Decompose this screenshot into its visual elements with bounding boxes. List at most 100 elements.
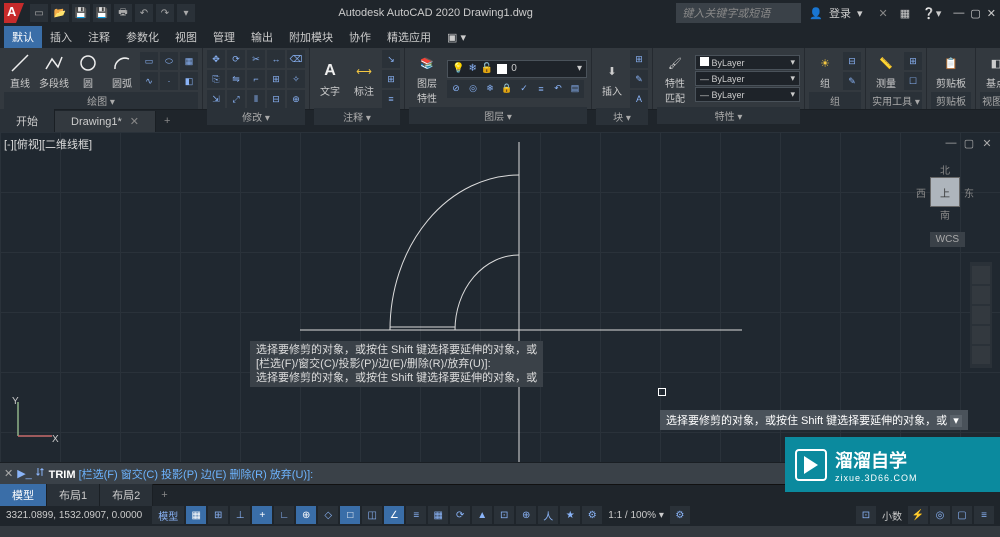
panel-layer-title[interactable]: 图层 ▾ — [409, 107, 587, 124]
tab-view[interactable]: 视图 — [167, 26, 205, 48]
qat-undo-icon[interactable]: ↶ — [135, 4, 153, 22]
mtext-icon[interactable]: ≡ — [382, 90, 400, 108]
viewcube[interactable]: 北 西 上 东 南 — [910, 162, 980, 242]
ucs-icon[interactable]: Y X — [10, 394, 60, 444]
status-trans-icon[interactable]: ▦ — [428, 506, 448, 524]
linetype-combo[interactable]: — ByLayer▾ — [695, 87, 800, 102]
wcs-label[interactable]: WCS — [930, 232, 965, 247]
status-annovis-icon[interactable]: ★ — [560, 506, 580, 524]
fillet-icon[interactable]: ⌐ — [247, 70, 265, 88]
status-annoscale-icon[interactable]: 人 — [538, 506, 558, 524]
login-area[interactable]: 👤 登录 ▾ ✕ ▦ ❔▾ — [809, 5, 941, 21]
tab-addins[interactable]: 附加模块 — [281, 26, 341, 48]
join-icon[interactable]: ⊕ — [287, 90, 305, 108]
layout-add-icon[interactable]: + — [153, 485, 175, 505]
layer-lock2-icon[interactable]: 🔒 — [498, 80, 516, 98]
nav-orbit-icon[interactable] — [972, 326, 990, 344]
status-cycle-icon[interactable]: ⟳ — [450, 506, 470, 524]
status-clean-icon[interactable]: ▢ — [952, 506, 972, 524]
status-osnap-icon[interactable]: □ — [340, 506, 360, 524]
hatch-icon[interactable]: ▦ — [180, 52, 198, 70]
layer-props-button[interactable]: 📚 图层 特性 — [409, 50, 445, 107]
calc-icon[interactable]: ⊞ — [904, 52, 922, 70]
tab-close-icon[interactable]: ✕ — [130, 116, 139, 128]
clipboard-button[interactable]: 📋 剪贴板 — [931, 50, 971, 92]
dimension-button[interactable]: ⟷ 标注 — [348, 58, 380, 100]
maximize-icon[interactable]: ▢ — [970, 7, 980, 20]
rect-icon[interactable]: ▭ — [140, 52, 158, 70]
panel-clip-title[interactable]: 剪贴板 — [931, 92, 971, 109]
tab-default[interactable]: 默认 — [4, 26, 42, 48]
move-icon[interactable]: ✥ — [207, 50, 225, 68]
status-snap-icon[interactable]: ⊞ — [208, 506, 228, 524]
tab-output[interactable]: 输出 — [243, 26, 281, 48]
app-logo-icon[interactable] — [4, 3, 24, 23]
status-model-btn[interactable]: 模型 — [152, 506, 184, 524]
status-otrack-icon[interactable]: ∠ — [384, 506, 404, 524]
close-icon[interactable]: ✕ — [987, 7, 996, 20]
group-button[interactable]: ☀ 组 — [809, 50, 841, 92]
vp-minimize-icon[interactable]: — — [944, 136, 958, 150]
tab-expand-icon[interactable]: ▣ ▾ — [439, 28, 474, 47]
viewcube-top[interactable]: 上 — [930, 177, 960, 207]
nav-wheel-icon[interactable] — [972, 266, 990, 284]
layer-dropdown-icon[interactable]: ▾ — [577, 63, 582, 74]
layer-prev-icon[interactable]: ↶ — [549, 80, 567, 98]
qat-dropdown-icon[interactable]: ▾ — [177, 4, 195, 22]
panel-util-title[interactable]: 实用工具 ▾ — [870, 92, 922, 109]
spline-icon[interactable]: ∿ — [140, 72, 158, 90]
cmd-close-icon[interactable]: ✕ — [4, 467, 13, 480]
status-polar-icon[interactable]: ⊕ — [296, 506, 316, 524]
panel-draw-title[interactable]: 绘图 ▾ — [4, 92, 198, 109]
attr-icon[interactable]: A — [630, 90, 648, 108]
layer-off-icon[interactable]: ⊘ — [447, 80, 465, 98]
layer-state-icon[interactable]: ▤ — [566, 80, 584, 98]
rotate-icon[interactable]: ⟳ — [227, 50, 245, 68]
layer-make-icon[interactable]: ✓ — [515, 80, 533, 98]
polyline-button[interactable]: 多段线 — [38, 50, 70, 92]
qat-plot-icon[interactable]: 🖶 — [114, 4, 132, 22]
login-dropdown-icon[interactable]: ▾ — [857, 7, 863, 20]
exchange-icon[interactable]: ✕ — [879, 7, 888, 20]
array-icon[interactable]: ⊞ — [267, 70, 285, 88]
status-annomon-icon[interactable]: ▲ — [472, 506, 492, 524]
vp-close-icon[interactable]: ✕ — [980, 136, 994, 150]
trim-icon[interactable]: ✂ — [247, 50, 265, 68]
color-combo[interactable]: ByLayer▾ — [695, 55, 800, 70]
status-monitor-icon[interactable]: ⊡ — [856, 506, 876, 524]
tab-annotate[interactable]: 注释 — [80, 26, 118, 48]
status-ortho-icon[interactable]: ∟ — [274, 506, 294, 524]
arc-button[interactable]: 圆弧 — [106, 50, 138, 92]
tab-featured[interactable]: 精选应用 — [379, 26, 439, 48]
app-store-icon[interactable]: ▦ — [900, 7, 910, 20]
region-icon[interactable]: ◧ — [180, 72, 198, 90]
insert-button[interactable]: ⬇ 插入 — [596, 58, 628, 100]
tab-drawing1[interactable]: Drawing1*✕ — [55, 111, 156, 132]
scale-icon[interactable]: ⤢ — [227, 90, 245, 108]
erase-icon[interactable]: ⌫ — [287, 50, 305, 68]
measure-button[interactable]: 📏 测量 — [870, 50, 902, 92]
status-3dosnap-icon[interactable]: ◫ — [362, 506, 382, 524]
basepoint-button[interactable]: ◧ 基点 — [980, 50, 1000, 92]
mirror-icon[interactable]: ⇋ — [227, 70, 245, 88]
text-button[interactable]: A 文字 — [314, 58, 346, 100]
tab-start[interactable]: 开始 — [0, 109, 55, 133]
circle-button[interactable]: 圆 — [72, 50, 104, 92]
units-label[interactable]: 小数 — [878, 508, 906, 523]
break-icon[interactable]: ⊟ — [267, 90, 285, 108]
leader-icon[interactable]: ↘ — [382, 50, 400, 68]
group-edit-icon[interactable]: ✎ — [843, 72, 861, 90]
qat-new-icon[interactable]: ▭ — [30, 4, 48, 22]
table-icon[interactable]: ⊞ — [382, 70, 400, 88]
panel-props-title[interactable]: 特性 ▾ — [657, 107, 800, 124]
drawing-canvas[interactable]: [-][俯视][二维线框] 选择要修剪的对象，或按住 Shift 键选择要延伸的… — [0, 132, 1000, 462]
nav-showmotion-icon[interactable] — [972, 346, 990, 364]
stretch-icon[interactable]: ⇲ — [207, 90, 225, 108]
panel-annot-title[interactable]: 注释 ▾ — [314, 108, 400, 125]
select-icon[interactable]: ☐ — [904, 72, 922, 90]
offset-icon[interactable]: ⫴ — [247, 90, 265, 108]
ungroup-icon[interactable]: ⊟ — [843, 52, 861, 70]
explode-icon[interactable]: ✧ — [287, 70, 305, 88]
point-icon[interactable]: · — [160, 72, 178, 90]
layer-combo[interactable]: 💡 ❄ 🔓 0 ▾ — [447, 60, 587, 78]
